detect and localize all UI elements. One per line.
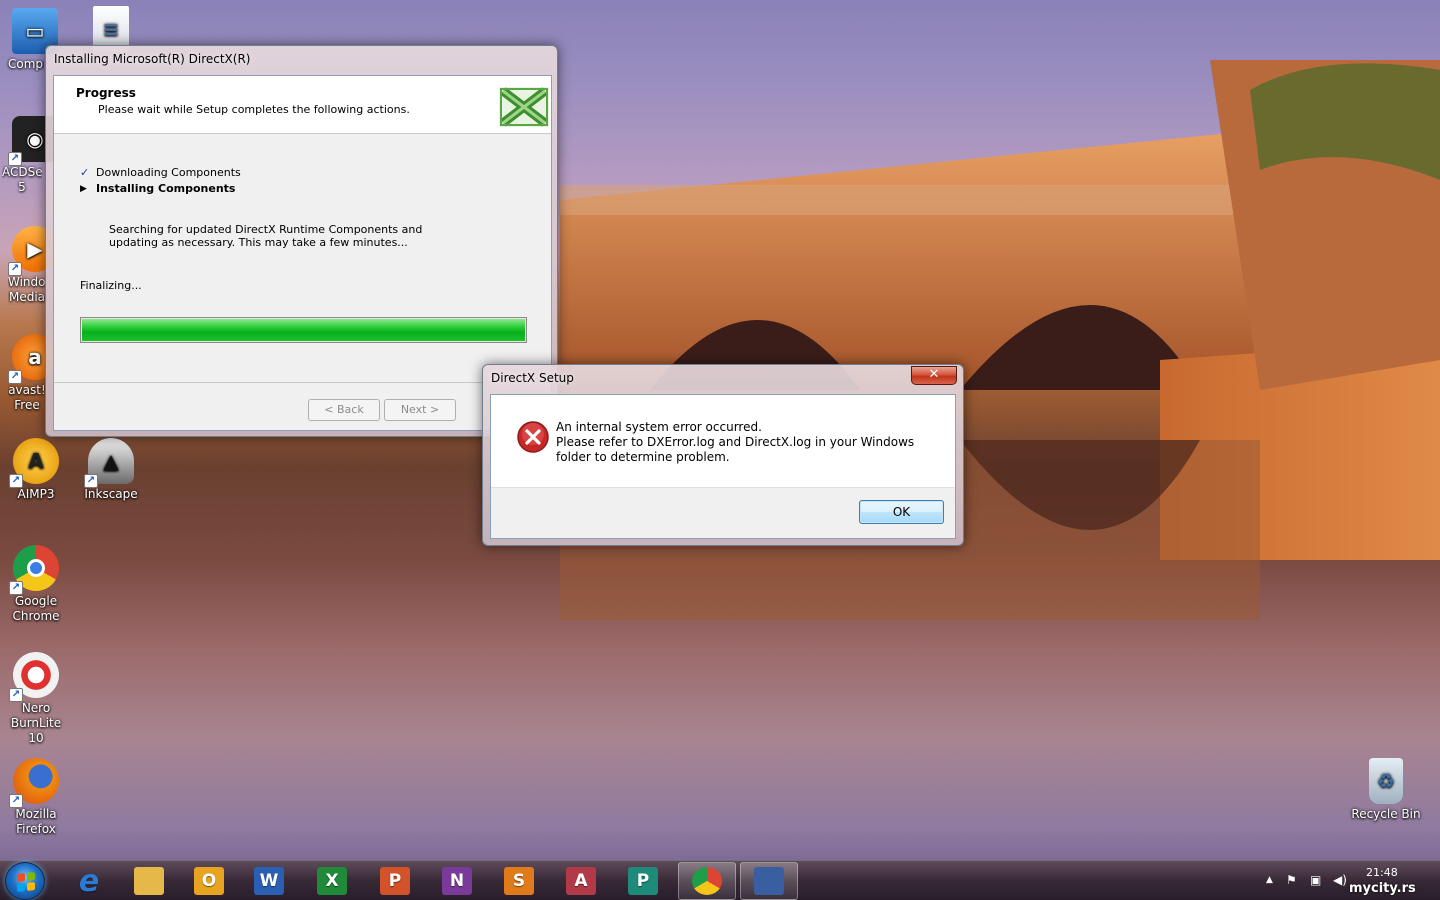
desktop-icon-label: Nero BurnLite 10 <box>10 701 62 745</box>
publisher-icon: P <box>628 867 658 895</box>
step-label: Downloading Components <box>96 166 241 179</box>
dialog-footer: OK <box>491 487 955 538</box>
show-hidden-icons-icon[interactable]: ▲ <box>1266 875 1273 885</box>
desktop-icon-label: Computer <box>8 57 44 71</box>
desktop-icon-aimp[interactable]: A ↗ AIMP3 <box>0 438 73 502</box>
shortcut-arrow-icon: ↗ <box>9 794 23 808</box>
desktop-icon-label: Google Chrome <box>12 594 60 623</box>
access-icon: A <box>566 867 596 895</box>
window-title: Installing Microsoft(R) DirectX(R) <box>54 52 251 66</box>
desktop-icon-label: avast! Free Antivirus <box>8 383 46 412</box>
step-label: Installing Components <box>96 182 236 195</box>
taskbar-word-button[interactable]: W <box>240 862 298 900</box>
windows-explorer-icon <box>134 867 164 895</box>
recycle-bin-icon: ♻ <box>1369 758 1403 804</box>
desktop-icon-firefox[interactable]: ↗ Mozilla Firefox <box>0 758 73 837</box>
step-downloading: ✓ Downloading Components <box>80 165 241 181</box>
nero-icon: ↗ <box>9 652 59 702</box>
windows-logo-icon <box>17 872 35 892</box>
desktop-icon-chrome[interactable]: ↗ Google Chrome <box>0 545 73 624</box>
shortcut-arrow-icon: ↗ <box>8 370 22 384</box>
shortcut-arrow-icon: ↗ <box>9 474 23 488</box>
installer-client-area: Progress Please wait while Setup complet… <box>53 75 552 431</box>
installer-steps: ✓ Downloading Components ▶ Installing Co… <box>80 165 241 197</box>
taskbar-directx-setup-button[interactable] <box>740 862 798 900</box>
directx-setup-icon <box>754 867 784 895</box>
taskbar-access-button[interactable]: A <box>552 862 610 900</box>
error-message: An internal system error occurred. Pleas… <box>556 420 936 465</box>
outlook-icon: O <box>194 867 224 895</box>
ok-button[interactable]: OK <box>859 500 944 524</box>
internet-explorer-icon: e <box>78 863 100 899</box>
taskbar-outlook-button[interactable]: O <box>180 862 238 900</box>
taskbar-publisher-button[interactable]: P <box>614 862 672 900</box>
shortcut-arrow-icon: ↗ <box>8 262 22 276</box>
arrow-right-icon: ▶ <box>80 184 87 194</box>
chrome-icon: ↗ <box>9 545 59 595</box>
desktop-icon-recycle-bin[interactable]: ♻ Recycle Bin <box>1349 758 1423 822</box>
desktop-icon-label: Recycle Bin <box>1351 807 1421 821</box>
dialog-client-area: An internal system error occurred. Pleas… <box>490 394 956 539</box>
header-subtitle: Please wait while Setup completes the fo… <box>98 103 410 116</box>
progress-bar-fill <box>82 319 525 341</box>
volume-icon[interactable]: ◀) <box>1333 873 1347 887</box>
desktop-icon-label: Windows Media Player <box>8 275 46 304</box>
shortcut-arrow-icon: ↗ <box>9 581 23 595</box>
error-message-line-2: Please refer to DXError.log and DirectX.… <box>556 435 915 464</box>
clock-time[interactable]: 21:48 <box>1366 866 1398 879</box>
taskbar: e O W X P N S A P ▲ ⚑ ▣ ◀) 21:48 mycity.rs <box>0 860 1440 900</box>
installer-description: Searching for updated DirectX Runtime Co… <box>109 223 423 249</box>
powerpoint-icon: P <box>380 867 410 895</box>
shortcut-arrow-icon: ↗ <box>84 474 98 488</box>
installer-status: Finalizing... <box>80 279 142 292</box>
checkmark-icon: ✓ <box>80 166 90 179</box>
taskbar-internet-explorer-button[interactable]: e <box>60 862 118 900</box>
start-button[interactable] <box>5 862 45 900</box>
firefox-icon: ↗ <box>9 758 59 808</box>
sharepoint-workspace-icon: S <box>504 867 534 895</box>
dialog-title: DirectX Setup <box>491 371 574 385</box>
installer-footer: < Back Next > <box>54 382 551 430</box>
desktop-icon-label: Mozilla Firefox <box>15 807 57 836</box>
system-tray: ▲ ⚑ ▣ ◀) 21:48 mycity.rs <box>1255 861 1440 900</box>
onenote-icon: N <box>442 867 472 895</box>
next-button[interactable]: Next > <box>384 399 456 421</box>
close-button[interactable]: ✕ <box>911 366 957 385</box>
back-button[interactable]: < Back <box>308 399 380 421</box>
taskbar-google-chrome-button[interactable] <box>678 862 736 900</box>
installer-header: Progress Please wait while Setup complet… <box>54 76 551 134</box>
directx-logo-icon <box>499 87 549 127</box>
taskbar-windows-explorer-button[interactable] <box>120 862 178 900</box>
desktop-icon-nero[interactable]: ↗ Nero BurnLite 10 <box>0 652 73 746</box>
inkscape-icon: ▲ ↗ <box>84 438 134 488</box>
watermark-text: mycity.rs <box>1349 881 1416 896</box>
google-chrome-icon <box>692 867 722 895</box>
error-icon <box>517 421 549 453</box>
step-installing: ▶ Installing Components <box>80 181 241 197</box>
aimp-icon: A ↗ <box>9 438 59 488</box>
desktop-icon-inkscape[interactable]: ▲ ↗ Inkscape <box>74 438 148 502</box>
error-message-line-1: An internal system error occurred. <box>556 420 762 434</box>
directx-error-dialog: DirectX Setup ✕ An internal system error… <box>482 364 964 546</box>
progress-bar <box>80 317 527 343</box>
word-icon: W <box>254 867 284 895</box>
shortcut-arrow-icon: ↗ <box>8 152 22 166</box>
taskbar-excel-button[interactable]: X <box>303 862 361 900</box>
taskbar-powerpoint-button[interactable]: P <box>366 862 424 900</box>
desktop-icon-label: AIMP3 <box>17 487 55 501</box>
taskbar-sharepoint-workspace-button[interactable]: S <box>490 862 548 900</box>
close-icon: ✕ <box>928 367 940 382</box>
shortcut-arrow-icon: ↗ <box>9 688 23 702</box>
desktop-icon-label: ACDSee 5 <box>2 165 42 194</box>
network-icon[interactable]: ▣ <box>1310 873 1321 887</box>
desktop-icon-label: Inkscape <box>84 487 138 501</box>
action-center-flag-icon[interactable]: ⚑ <box>1286 873 1297 887</box>
taskbar-onenote-button[interactable]: N <box>428 862 486 900</box>
header-title: Progress <box>76 86 136 100</box>
excel-icon: X <box>317 867 347 895</box>
